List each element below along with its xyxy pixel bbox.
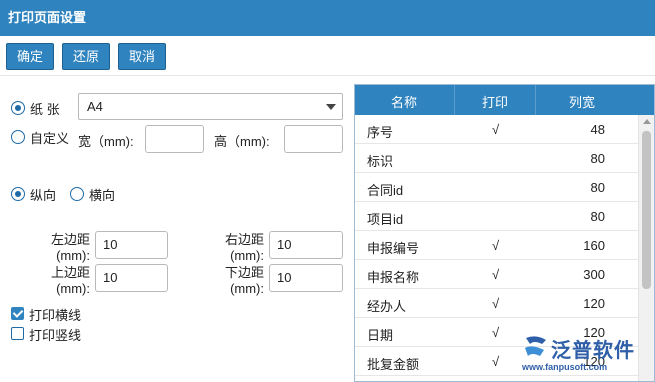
restore-button[interactable]: 还原 <box>62 43 110 70</box>
cell-width: 80 <box>590 180 605 195</box>
header-width: 列宽 <box>569 95 596 110</box>
cell-width: 80 <box>590 209 605 224</box>
table-row[interactable]: 申报编号 √ 160 <box>355 231 638 260</box>
portrait-label: 纵向 <box>30 188 57 203</box>
paper-size-select[interactable]: A4 <box>78 93 343 120</box>
right-margin-label: 右边距 (mm): <box>224 232 264 263</box>
cell-name: 批复金额 <box>367 357 420 372</box>
chevron-down-icon <box>326 104 336 110</box>
cell-print: √ <box>492 354 500 369</box>
top-margin-input[interactable]: 10 <box>95 264 168 292</box>
cell-name: 标识 <box>367 154 394 169</box>
paper-size-label: 纸 张 <box>30 102 60 117</box>
cancel-button[interactable]: 取消 <box>118 43 166 70</box>
top-margin-label: 上边距 (mm): <box>50 265 90 296</box>
brand-logo-icon <box>525 336 546 356</box>
left-margin-input[interactable]: 10 <box>95 231 168 259</box>
cell-width: 300 <box>583 267 605 282</box>
dialog-title: 打印页面设置 <box>0 0 655 36</box>
brand-watermark: 泛普软件 www.fanpusoft.com <box>522 334 652 378</box>
print-vertical-lines-label: 打印竖线 <box>29 328 82 343</box>
table-row[interactable]: 序号 √ 48 <box>355 115 638 144</box>
cell-name: 经办人 <box>367 299 407 314</box>
custom-size-radio[interactable] <box>11 130 25 144</box>
confirm-button[interactable]: 确定 <box>6 43 54 70</box>
grid-header: 名称 打印 列宽 <box>355 85 654 115</box>
table-row[interactable]: 标识 80 <box>355 144 638 173</box>
print-horizontal-lines-label: 打印横线 <box>29 308 82 323</box>
brand-url: www.fanpusoft.com <box>522 362 608 372</box>
header-name: 名称 <box>391 95 418 110</box>
header-divider <box>454 85 455 115</box>
left-margin-label: 左边距 (mm): <box>50 232 90 263</box>
landscape-label: 横向 <box>89 188 116 203</box>
scroll-up-icon[interactable] <box>643 119 651 124</box>
bottom-margin-input[interactable]: 10 <box>269 264 343 292</box>
table-row[interactable]: 项目id 80 <box>355 202 638 231</box>
print-vertical-lines-checkbox[interactable] <box>11 327 24 340</box>
width-input[interactable] <box>145 125 204 153</box>
paper-size-radio[interactable] <box>11 101 25 115</box>
table-row[interactable]: 合同id 80 <box>355 173 638 202</box>
right-margin-input[interactable]: 10 <box>269 231 343 259</box>
cell-print: √ <box>492 122 500 137</box>
cell-width: 120 <box>583 296 605 311</box>
cell-name: 项目id <box>367 212 404 227</box>
cell-width: 160 <box>583 238 605 253</box>
height-input[interactable] <box>284 125 343 153</box>
cell-print: √ <box>492 325 500 340</box>
cell-name: 序号 <box>367 125 394 140</box>
width-label: 宽（mm): <box>78 134 134 149</box>
print-horizontal-lines-checkbox[interactable] <box>11 307 24 320</box>
cell-name: 申报名称 <box>367 270 420 285</box>
portrait-radio[interactable] <box>11 187 25 201</box>
cell-print: √ <box>492 267 500 282</box>
bottom-margin-label: 下边距 (mm): <box>224 265 264 296</box>
header-divider <box>535 85 536 115</box>
brand-name: 泛普软件 <box>551 340 635 362</box>
table-row[interactable]: 申报名称 √ 300 <box>355 260 638 289</box>
landscape-radio[interactable] <box>70 187 84 201</box>
custom-size-label: 自定义 <box>30 131 70 146</box>
paper-size-value: A4 <box>87 99 103 114</box>
cell-name: 日期 <box>367 328 394 343</box>
table-row[interactable]: 经办人 √ 120 <box>355 289 638 318</box>
cell-print: √ <box>492 296 500 311</box>
header-print: 打印 <box>482 95 509 110</box>
cell-name: 申报编号 <box>367 241 420 256</box>
scrollbar-thumb[interactable] <box>642 131 651 289</box>
height-label: 高（mm): <box>214 134 270 149</box>
toolbar: 确定 还原 取消 <box>0 36 655 76</box>
cell-print: √ <box>492 238 500 253</box>
cell-width: 48 <box>590 122 605 137</box>
cell-name: 合同id <box>367 183 404 198</box>
cell-width: 80 <box>590 151 605 166</box>
